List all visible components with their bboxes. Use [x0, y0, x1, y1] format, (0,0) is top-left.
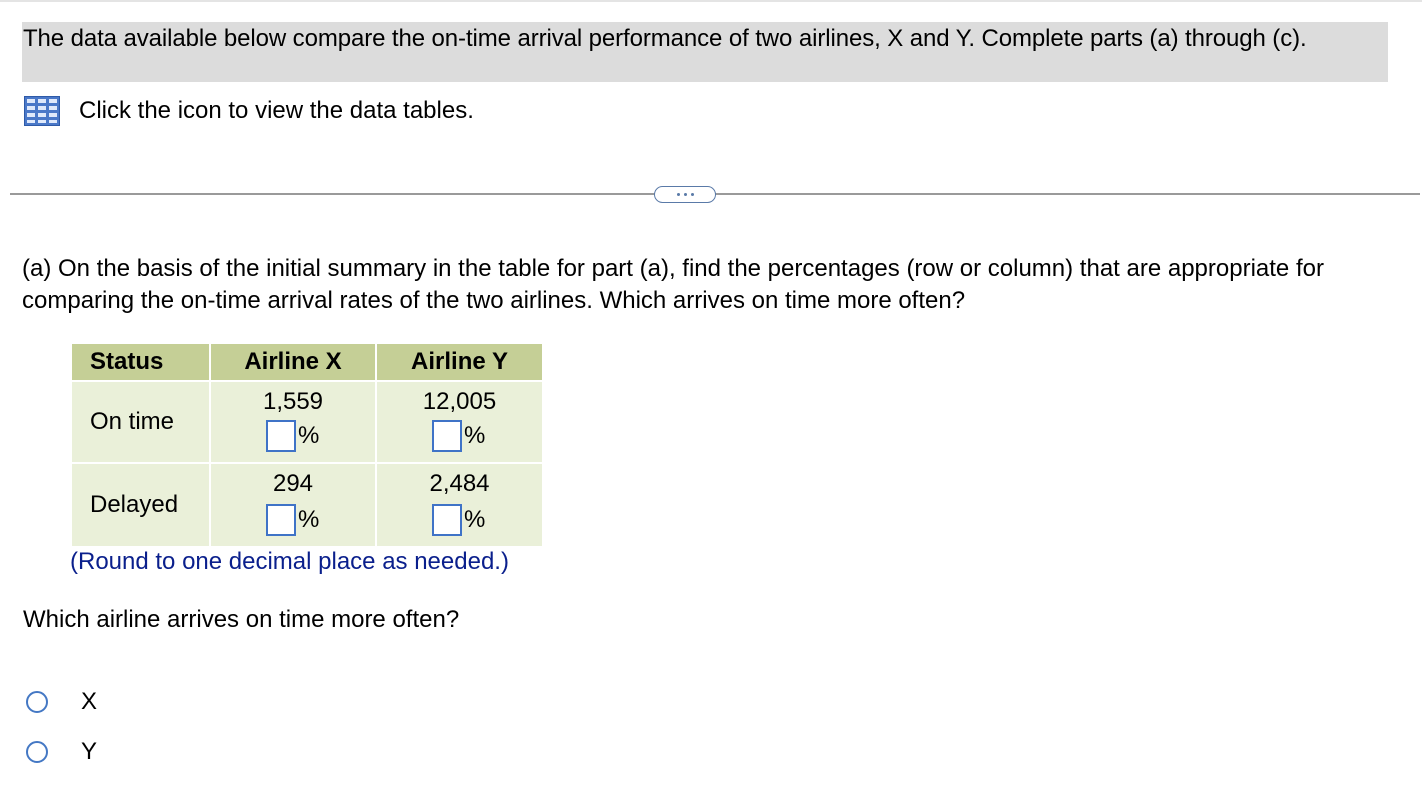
data-tables-link[interactable]: Click the icon to view the data tables.	[24, 95, 474, 127]
option-label: Y	[81, 738, 98, 765]
percent-sign: %	[298, 422, 320, 449]
airline-x-on-time-cell: 1,559 %	[211, 382, 375, 462]
percent-sign: %	[464, 422, 486, 449]
ellipsis-icon	[676, 193, 680, 196]
status-label: On time	[90, 408, 175, 435]
intro-text: The data available below compare the on-…	[23, 25, 1307, 52]
which-airline-question: Which airline arrives on time more often…	[23, 606, 460, 633]
count-value: 1,559	[262, 388, 324, 415]
ellipsis-dot	[690, 193, 694, 196]
expand-more-button[interactable]	[654, 186, 716, 203]
table-grid-icon[interactable]	[24, 96, 60, 126]
header-airline-x: Airline X	[211, 344, 375, 380]
percent-sign: %	[298, 506, 320, 533]
percent-input[interactable]	[432, 504, 462, 536]
option-label: X	[81, 688, 98, 715]
part-a-question: (a) On the basis of the initial summary …	[22, 255, 1324, 314]
count-value: 294	[272, 470, 314, 497]
airline-x-delayed-cell: 294 %	[211, 464, 375, 546]
percent-input[interactable]	[432, 420, 462, 452]
option-x[interactable]: X	[26, 688, 97, 716]
option-y[interactable]: Y	[26, 738, 97, 766]
status-label: Delayed	[90, 491, 179, 518]
airline-y-on-time-cell: 12,005 %	[377, 382, 542, 462]
percent-input[interactable]	[266, 420, 296, 452]
header-airline-y: Airline Y	[377, 344, 542, 380]
count-value: 12,005	[422, 388, 497, 415]
ellipsis-dot	[683, 193, 687, 196]
percent-sign: %	[464, 506, 486, 533]
percent-input[interactable]	[266, 504, 296, 536]
data-tables-link-text: Click the icon to view the data tables.	[79, 97, 474, 124]
header-status: Status	[72, 344, 209, 380]
top-border	[0, 0, 1422, 2]
row-status-cell: On time	[72, 382, 209, 462]
airline-y-delayed-cell: 2,484 %	[377, 464, 542, 546]
row-status-cell: Delayed	[72, 464, 209, 546]
count-value: 2,484	[429, 470, 490, 497]
radio-button[interactable]	[26, 691, 48, 713]
rounding-note: (Round to one decimal place as needed.)	[70, 548, 509, 575]
radio-button[interactable]	[26, 741, 48, 763]
